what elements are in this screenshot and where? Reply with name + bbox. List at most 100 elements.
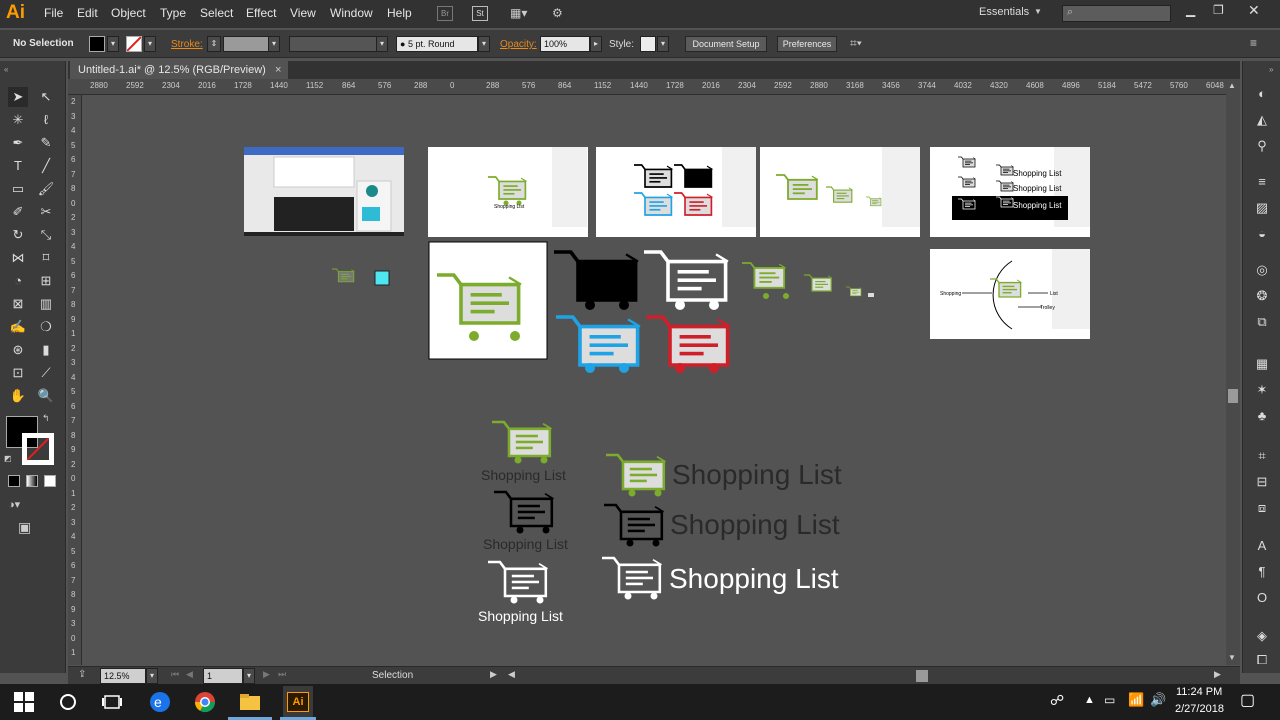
battery-icon[interactable]: ▭ (1104, 693, 1115, 707)
artboard-4[interactable] (760, 147, 920, 237)
first-artboard-icon[interactable]: ⏮ (171, 669, 179, 680)
brush-definition-field[interactable]: ● 5 pt. Round (396, 36, 478, 52)
hand-tool-icon[interactable]: ✋ (8, 386, 28, 406)
cart-white[interactable] (642, 250, 730, 310)
stroke-color-box[interactable] (22, 433, 54, 465)
scissors-tool-icon[interactable]: ✂ (36, 202, 56, 222)
zoom-dropdown[interactable]: ▾ (146, 668, 158, 684)
mesh-tool-icon[interactable]: ⊠ (8, 294, 28, 314)
stroke-dropdown[interactable]: ▾ (144, 36, 156, 52)
brush-dropdown[interactable]: ▾ (478, 36, 490, 52)
perspective-grid-tool-icon[interactable]: ⊞ (36, 271, 56, 291)
pathfinder-panel-icon[interactable]: ⧈ (1253, 499, 1271, 517)
width-tool-icon[interactable]: ⋈ (8, 248, 28, 268)
scroll-down-icon[interactable]: ▼ (1228, 653, 1236, 662)
default-colors-icon[interactable]: ◩ (4, 454, 12, 463)
cart-blue[interactable] (554, 315, 642, 373)
cart-red[interactable] (644, 315, 732, 373)
menu-type[interactable]: Type (160, 6, 186, 20)
show-hidden-icons[interactable]: ▲ (1084, 694, 1095, 706)
expand-panels-icon[interactable]: » (1269, 65, 1273, 74)
zoom-field[interactable]: 12.5% (100, 668, 146, 684)
artboard-tool-icon[interactable]: ⊡ (8, 363, 28, 383)
logo-horizontal-green[interactable] (604, 453, 667, 497)
column-graph-tool-icon[interactable]: ▮ (36, 340, 56, 360)
variable-width-dropdown[interactable]: ▾ (376, 36, 388, 52)
stroke-weight-stepper[interactable]: ⇕ (207, 36, 221, 52)
artboard-number-field[interactable]: 1 (203, 668, 243, 684)
action-center-icon[interactable]: ▢ (1240, 690, 1255, 710)
cortana-icon[interactable] (56, 690, 80, 714)
opentype-panel-icon[interactable]: O (1253, 589, 1271, 607)
logo-horizontal-white[interactable] (600, 556, 663, 600)
graphic-style-dropdown[interactable]: ▾ (657, 36, 669, 52)
document-tab[interactable]: Untitled-1.ai* @ 12.5% (RGB/Preview) × (70, 61, 288, 79)
stroke-weight-dropdown[interactable]: ▾ (268, 36, 280, 52)
fill-swatch[interactable] (89, 36, 105, 52)
clock-time[interactable]: 11:24 PM (1176, 686, 1222, 698)
character-panel-icon[interactable]: A (1253, 537, 1271, 555)
layers-panel-icon[interactable]: ◈ (1253, 627, 1271, 645)
file-explorer-icon[interactable] (238, 690, 262, 714)
scroll-right-icon[interactable]: ▶ (1214, 669, 1221, 680)
preferences-button[interactable]: Preferences (777, 36, 837, 52)
eyedropper-tool-icon[interactable]: ✍ (8, 317, 28, 337)
swap-colors-icon[interactable]: ↰ (42, 413, 50, 424)
share-icon[interactable]: ⇪ (78, 669, 86, 680)
previous-artboard-icon[interactable]: ◀ (186, 669, 193, 680)
color-panel-icon[interactable]: ◐ (1253, 85, 1271, 103)
restore-icon[interactable]: ❐ (1213, 3, 1224, 17)
search-input[interactable]: ⌕ (1062, 5, 1171, 22)
drawing-mode-icon[interactable]: ◑▾ (8, 498, 20, 511)
chevron-down-icon[interactable]: ▼ (1034, 7, 1042, 16)
collapse-icon[interactable]: « (4, 65, 8, 74)
gpu-performance-icon[interactable]: ⚙ (552, 6, 570, 22)
windows-start-icon[interactable] (12, 690, 36, 714)
zoom-tool-icon[interactable]: 🔍 (36, 386, 56, 406)
arrange-documents-icon[interactable]: ▦▾ (510, 6, 534, 21)
stock-icon[interactable]: St (472, 6, 488, 21)
chrome-icon[interactable] (193, 690, 217, 714)
scale-tool-icon[interactable]: ⤡ (36, 225, 56, 245)
artboards-panel-icon[interactable]: ⧠ (1253, 651, 1271, 669)
blend-tool-icon[interactable]: ❍ (36, 317, 56, 337)
close-tab-icon[interactable]: × (275, 61, 281, 79)
lasso-tool-icon[interactable]: ℓ (36, 110, 56, 130)
clock-date[interactable]: 2/27/2018 (1175, 703, 1224, 715)
stroke-weight-field[interactable] (223, 36, 269, 52)
logo-stacked-green[interactable] (490, 420, 553, 464)
cart-black-filled[interactable] (552, 250, 640, 310)
screen-mode-icon[interactable]: ▣ (18, 519, 31, 536)
scroll-left-icon[interactable]: ◀ (508, 669, 515, 680)
illustrator-taskbar-icon[interactable]: Ai (283, 686, 313, 718)
close-icon[interactable]: ✕ (1248, 2, 1260, 19)
selection-tool-icon[interactable]: ➤ (8, 87, 28, 107)
horizontal-scroll-thumb[interactable] (916, 670, 928, 682)
menu-window[interactable]: Window (330, 6, 373, 20)
rotate-tool-icon[interactable]: ↻ (8, 225, 28, 245)
canvas[interactable]: Shopping List Shopping List Shopping Lis… (82, 95, 1226, 665)
none-mode-icon[interactable] (44, 475, 56, 487)
small-icons-group[interactable] (331, 268, 390, 286)
direct-selection-tool-icon[interactable]: ↖ (36, 87, 56, 107)
line-tool-icon[interactable]: ╱ (36, 156, 56, 176)
panel-menu-icon[interactable]: ≡ (1250, 36, 1257, 50)
task-view-icon[interactable] (100, 690, 124, 714)
menu-edit[interactable]: Edit (77, 6, 98, 20)
appearance-panel-icon[interactable]: ◎ (1253, 261, 1271, 279)
fill-dropdown[interactable]: ▾ (107, 36, 119, 52)
artboard-3[interactable] (596, 147, 756, 237)
next-artboard-icon[interactable]: ▶ (263, 669, 270, 680)
scroll-up-icon[interactable]: ▲ (1228, 81, 1236, 90)
opacity-label[interactable]: Opacity: (500, 39, 537, 50)
minimize-icon[interactable]: ▁ (1186, 3, 1195, 17)
variable-width-profile[interactable] (289, 36, 377, 52)
stroke-panel-icon[interactable]: ≡ (1253, 173, 1271, 191)
graphic-style-swatch[interactable] (640, 36, 656, 52)
menu-help[interactable]: Help (387, 6, 412, 20)
swatches-panel-icon[interactable]: ▦ (1253, 355, 1271, 373)
logo-stacked-black[interactable] (492, 490, 555, 534)
menu-view[interactable]: View (290, 6, 316, 20)
edge-icon[interactable]: e (148, 690, 172, 714)
menu-effect[interactable]: Effect (246, 6, 276, 20)
